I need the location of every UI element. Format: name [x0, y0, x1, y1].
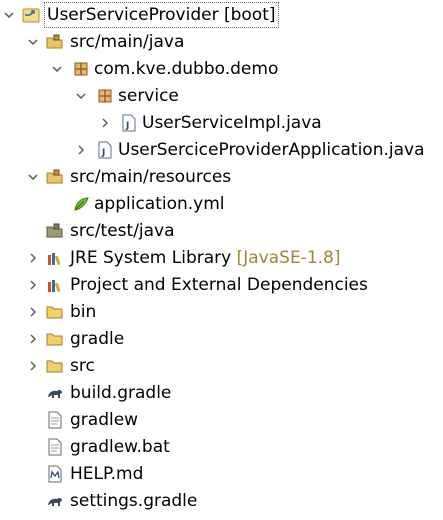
gradle-file-icon	[46, 384, 64, 402]
svg-text:J: J	[125, 121, 129, 131]
chevron-down-icon[interactable]	[2, 6, 16, 24]
tree-item-label: JRE System Library [JavaSE-1.8]	[68, 246, 343, 270]
gradle-file-icon	[46, 492, 64, 510]
tree-item-package-service[interactable]: service	[0, 83, 443, 110]
chevron-down-icon[interactable]	[26, 168, 40, 186]
chevron-down-icon[interactable]	[50, 60, 64, 78]
tree-item-application-yml[interactable]: application.yml	[0, 191, 443, 218]
tree-item-gradlew[interactable]: gradlew	[0, 407, 443, 434]
tree-item-src-main-resources[interactable]: src/main/resources	[0, 164, 443, 191]
tree-item-label: service	[118, 86, 179, 106]
java-file-icon: J	[96, 141, 114, 159]
folder-icon	[46, 303, 64, 321]
library-name: JRE System Library	[70, 248, 232, 268]
tree-item-label: HELP.md	[70, 464, 144, 484]
file-icon	[46, 438, 64, 456]
tree-item-label: application.yml	[94, 194, 225, 214]
tree-item-src-test-java[interactable]: src/test/java	[0, 218, 443, 245]
markdown-file-icon	[46, 465, 64, 483]
tree-item-label: UserServiceImpl.java	[142, 113, 322, 133]
tree-item-application-java[interactable]: J UserSerciceProviderApplication.java	[0, 137, 443, 164]
source-folder-icon	[46, 222, 64, 240]
java-file-icon: J	[120, 114, 138, 132]
tree-item-label: gradlew.bat	[70, 437, 170, 457]
tree-item-label: bin	[70, 302, 97, 322]
folder-icon	[46, 330, 64, 348]
tree-item-label: UserServiceProvider [boot]	[44, 2, 279, 28]
tree-item-settings-gradle[interactable]: settings.gradle	[0, 488, 443, 515]
tree-item-src-folder[interactable]: src	[0, 353, 443, 380]
chevron-down-icon[interactable]	[26, 33, 40, 51]
chevron-right-icon[interactable]	[74, 141, 88, 159]
tree-item-label: src	[70, 356, 95, 376]
yaml-file-icon	[72, 195, 90, 213]
tree-item-label: com.kve.dubbo.demo	[94, 59, 279, 79]
chevron-right-icon[interactable]	[26, 276, 40, 294]
chevron-right-icon[interactable]	[26, 330, 40, 348]
tree-item-jre-library[interactable]: JRE System Library [JavaSE-1.8]	[0, 245, 443, 272]
tree-item-help-md[interactable]: HELP.md	[0, 461, 443, 488]
library-icon	[46, 249, 64, 267]
chevron-right-icon[interactable]	[98, 114, 112, 132]
source-folder-icon	[46, 168, 64, 186]
chevron-right-icon[interactable]	[26, 249, 40, 267]
library-version-decoration: [JavaSE-1.8]	[236, 248, 341, 268]
tree-item-label: src/main/java	[70, 32, 185, 52]
tree-item-package-demo[interactable]: com.kve.dubbo.demo	[0, 56, 443, 83]
package-icon	[96, 87, 114, 105]
svg-text:J: J	[101, 148, 105, 158]
tree-item-build-gradle[interactable]: build.gradle	[0, 380, 443, 407]
tree-item-label: settings.gradle	[70, 491, 198, 511]
tree-item-label: src/main/resources	[70, 167, 232, 187]
tree-item-dependencies[interactable]: Project and External Dependencies	[0, 272, 443, 299]
tree-item-label: src/test/java	[70, 221, 175, 241]
chevron-right-icon[interactable]	[26, 357, 40, 375]
file-icon	[46, 411, 64, 429]
library-icon	[46, 276, 64, 294]
source-folder-icon	[46, 33, 64, 51]
chevron-down-icon[interactable]	[74, 87, 88, 105]
tree-item-bin[interactable]: bin	[0, 299, 443, 326]
project-explorer-tree: UserServiceProvider [boot] src/main/java…	[0, 0, 443, 520]
tree-item-label: UserSerciceProviderApplication.java	[118, 140, 425, 160]
tree-item-label: gradlew	[70, 410, 139, 430]
tree-item-label: Project and External Dependencies	[70, 275, 368, 295]
folder-icon	[46, 357, 64, 375]
tree-item-label: gradle	[70, 329, 125, 349]
tree-item-user-service-impl[interactable]: J UserServiceImpl.java	[0, 110, 443, 137]
gradle-project-icon	[22, 6, 40, 24]
tree-item-gradlew-bat[interactable]: gradlew.bat	[0, 434, 443, 461]
package-icon	[72, 60, 90, 78]
tree-item-label: build.gradle	[70, 383, 172, 403]
tree-item-gradle-folder[interactable]: gradle	[0, 326, 443, 353]
tree-item-src-main-java[interactable]: src/main/java	[0, 29, 443, 56]
tree-item-root[interactable]: UserServiceProvider [boot]	[0, 2, 443, 29]
chevron-right-icon[interactable]	[26, 303, 40, 321]
